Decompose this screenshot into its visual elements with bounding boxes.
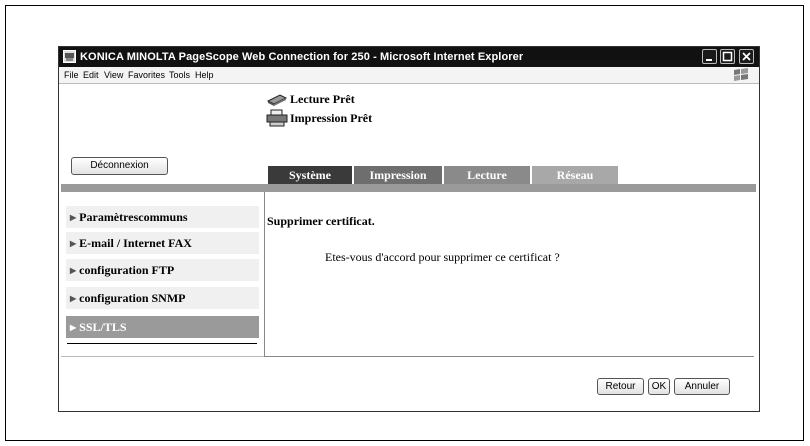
menu-bar: File Edit View Favorites Tools Help (59, 67, 759, 84)
close-icon (742, 52, 751, 61)
triangle-right-icon: ▶ (70, 294, 77, 303)
page-title: Supprimer certificat. (267, 214, 375, 228)
menu-file[interactable]: File (64, 67, 79, 83)
sidebar-item-label: SSL/TLS (79, 320, 127, 334)
cancel-button[interactable]: Annuler (674, 378, 730, 395)
sidebar-item-email-internet-fax[interactable]: ▶ E-mail / Internet FAX (66, 232, 259, 254)
internet-explorer-icon (63, 50, 76, 63)
scanner-icon (266, 94, 288, 106)
print-status: Impression Prêt (290, 111, 373, 125)
sidebar-divider (67, 343, 257, 344)
menu-view[interactable]: View (104, 67, 123, 83)
window-title: KONICA MINOLTA PageScope Web Connection … (80, 51, 524, 63)
menu-tools[interactable]: Tools (169, 67, 190, 83)
sidebar-item-ssl-tls[interactable]: ▶ SSL/TLS (66, 316, 259, 338)
browser-window: KONICA MINOLTA PageScope Web Connection … (58, 46, 760, 412)
triangle-right-icon: ▶ (70, 323, 77, 332)
triangle-right-icon: ▶ (70, 213, 77, 222)
windows-flag-icon (734, 68, 748, 81)
menu-favorites[interactable]: Favorites (128, 67, 165, 83)
menu-edit[interactable]: Edit (83, 67, 99, 83)
tab-systeme[interactable]: Système (268, 166, 352, 184)
sidebar-item-label: configuration SNMP (79, 291, 186, 305)
window-titlebar[interactable]: KONICA MINOLTA PageScope Web Connection … (59, 47, 759, 67)
sidebar-item-parametres-communs[interactable]: ▶ Paramètrescommuns (66, 206, 259, 228)
page-content: Lecture Prêt Impression Prêt Déconnexion… (59, 84, 759, 411)
sidebar-item-label: E-mail / Internet FAX (79, 236, 192, 250)
maximize-button[interactable] (720, 49, 735, 64)
triangle-right-icon: ▶ (70, 266, 77, 275)
sidebar-item-ftp[interactable]: ▶ configuration FTP (66, 259, 259, 281)
tab-lecture[interactable]: Lecture (444, 166, 530, 184)
menu-help[interactable]: Help (195, 67, 214, 83)
sidebar-item-label: configuration FTP (79, 263, 175, 277)
footer-divider (264, 356, 754, 357)
triangle-right-icon: ▶ (70, 239, 77, 248)
close-button[interactable] (739, 49, 754, 64)
tab-impression[interactable]: Impression (354, 166, 442, 184)
back-button[interactable]: Retour (597, 378, 644, 395)
sidebar-item-snmp[interactable]: ▶ configuration SNMP (66, 287, 259, 309)
sidebar-item-label: Paramètrescommuns (79, 210, 188, 224)
ok-button[interactable]: OK (648, 378, 670, 395)
confirmation-message: Etes-vous d'accord pour supprimer ce cer… (325, 250, 560, 264)
minimize-icon (706, 59, 712, 61)
maximize-icon (722, 51, 733, 62)
scan-status: Lecture Prêt (290, 92, 355, 106)
header-divider (61, 184, 756, 192)
content-vertical-divider (264, 192, 265, 356)
footer-divider-left (61, 356, 264, 357)
tab-reseau[interactable]: Réseau (532, 166, 618, 184)
printer-icon (266, 109, 288, 127)
minimize-button[interactable] (702, 49, 717, 64)
logout-button[interactable]: Déconnexion (71, 157, 168, 175)
